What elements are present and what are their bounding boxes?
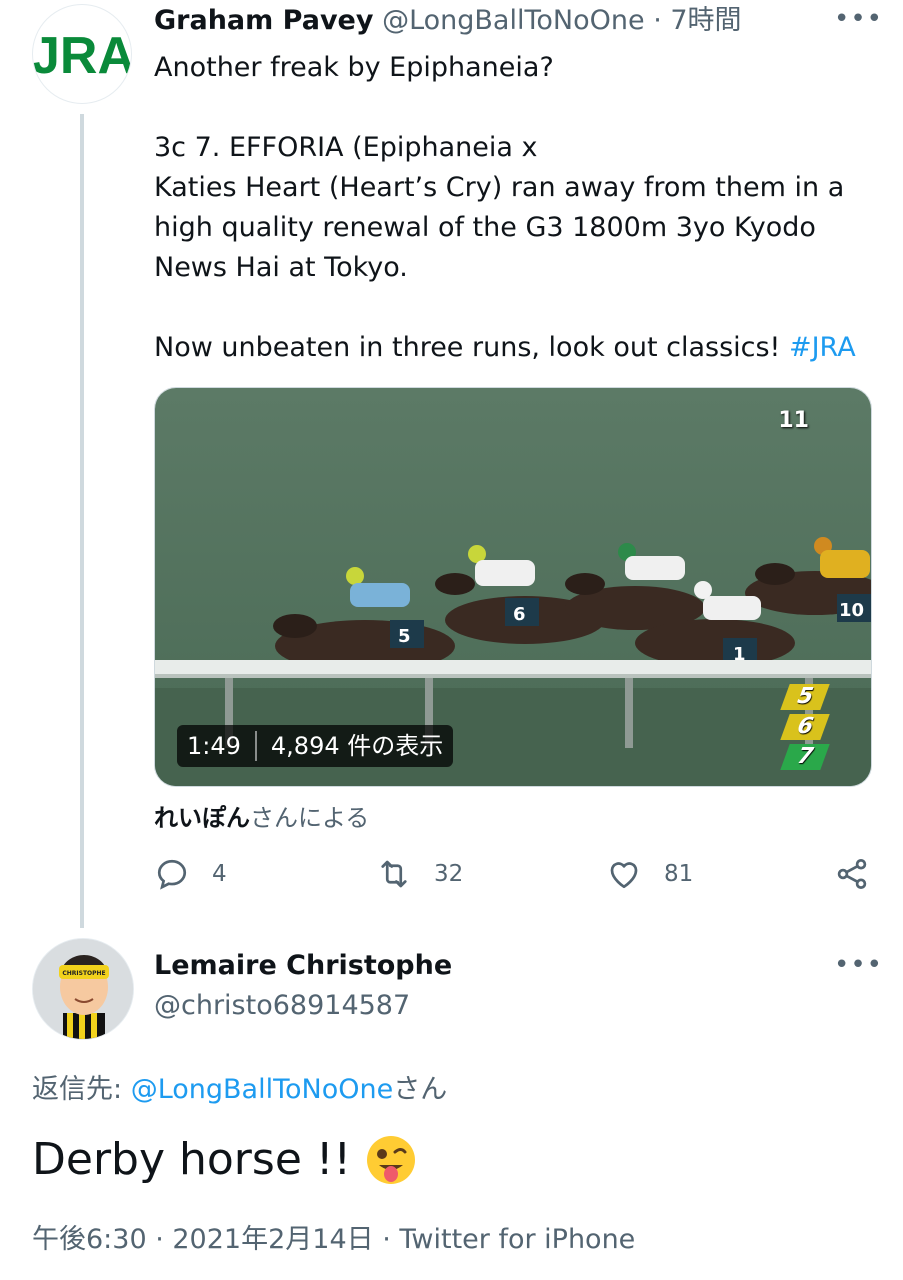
reply-to-suffix: さん [393,1074,448,1105]
svg-text:6: 6 [513,604,526,625]
svg-text:10: 10 [839,600,864,621]
video-info-badge: 1:49 4,894 件の表示 [177,725,454,767]
tweet-time[interactable]: 7時間 [670,5,741,36]
jra-logo: JRA [33,27,132,85]
jra-avatar[interactable]: JRA [32,4,132,104]
tweet-actions: 4 32 81 [154,856,874,902]
like-icon [610,862,638,889]
tweet-text: Another freak by Epiphaneia? 3c 7. EFFOR… [154,48,874,368]
more-icon[interactable]: ••• [834,950,883,980]
reply-to-line: 返信先: @LongBallToNoOneさん [32,1072,447,1108]
hashtag-link[interactable]: #JRA [789,332,856,363]
tweet-line: News Hai at Tokyo. [154,252,408,283]
reply-icon [157,859,187,890]
attribution-user[interactable]: れいぽん [154,804,250,832]
reply-button[interactable]: 4 [154,856,227,892]
share-button[interactable] [834,856,870,892]
channel-number: 11 [778,408,809,433]
retweet-count: 32 [434,861,464,887]
cartoon-avatar: CHRISTOPHE [33,939,133,1039]
more-icon[interactable]: ••• [834,4,883,34]
video-attribution: れいぽんさんによる [154,800,369,836]
thread-line [80,114,84,928]
tweet-line: Another freak by Epiphaneia? [154,52,554,83]
svg-text:5: 5 [398,626,411,647]
like-count: 81 [664,861,694,887]
tweet-header: Graham Pavey @LongBallToNoOne · 7時間 [154,4,742,38]
video-views: 4,894 件の表示 [270,732,444,760]
reply-text-body: Derby horse !! [32,1134,352,1185]
reply-to-prefix: 返信先: [32,1074,131,1105]
reply-text: Derby horse !! [32,1132,417,1188]
retweet-icon [381,860,407,888]
like-button[interactable]: 81 [606,856,693,892]
tweet-line: 3c 7. EFFORIA (Epiphaneia x [154,132,538,163]
lemaire-avatar[interactable]: CHRISTOPHE [32,938,134,1040]
attribution-suffix: さんによる [250,804,370,832]
reply-author-handle[interactable]: @christo68914587 [154,988,410,1024]
author-handle[interactable]: @LongBallToNoOne [382,5,645,36]
winking-tongue-emoji-icon [367,1136,416,1184]
video-duration: 1:49 [187,732,241,760]
separator: · [653,5,662,36]
video-player[interactable]: 5 6 1 10 11 5 6 7 1:49 4,894 件の表示 [154,387,872,787]
reply-count: 4 [212,861,227,887]
svg-text:CHRISTOPHE: CHRISTOPHE [62,970,105,977]
reply-to-handle[interactable]: @LongBallToNoOne [131,1074,394,1105]
tweet-line: high quality renewal of the G3 1800m 3yo… [154,212,816,243]
tweet-line: Now unbeaten in three runs, look out cla… [154,332,856,363]
reply-timestamp[interactable]: 午後6:30 · 2021年2月14日 · Twitter for iPhone [32,1222,635,1258]
tweet-line: Katies Heart (Heart’s Cry) ran away from… [154,172,845,203]
retweet-button[interactable]: 32 [376,856,463,892]
reply-author-name[interactable]: Lemaire Christophe [154,948,452,984]
svg-text:JRA: JRA [33,27,132,85]
author-name[interactable]: Graham Pavey [154,5,373,36]
share-icon [837,859,867,889]
